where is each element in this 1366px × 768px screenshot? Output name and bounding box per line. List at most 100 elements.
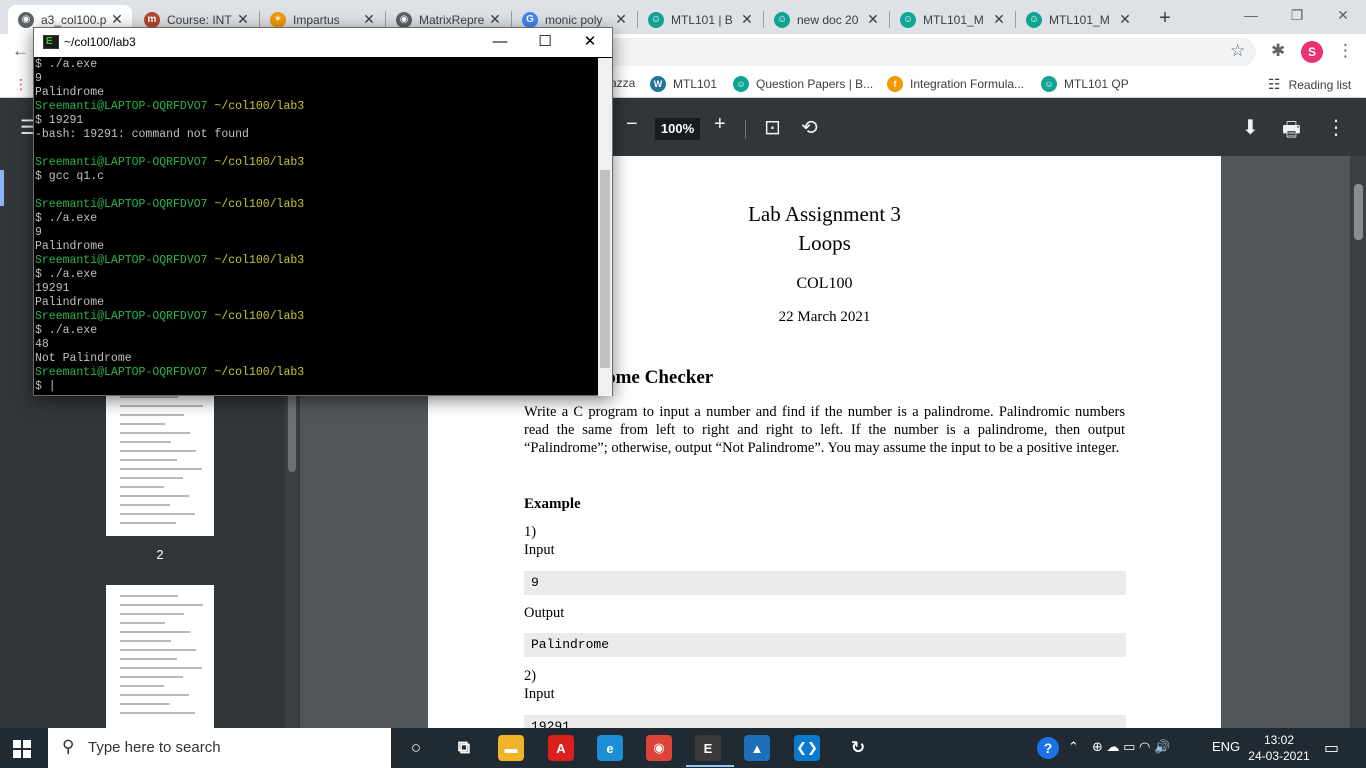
window-restore-button[interactable]: ❐: [1282, 4, 1312, 26]
terminal-text: Palindrome: [35, 240, 105, 253]
reading-list-button[interactable]: ☷ Reading list: [1268, 76, 1351, 93]
terminal-text: $ ./a.exe: [35, 268, 98, 281]
taskbar-task-view-icon[interactable]: ⧉: [449, 734, 479, 762]
browser-tab-7[interactable]: ☺ MTL101_M ✕: [890, 5, 1014, 34]
taskbar-edge-icon[interactable]: e: [597, 735, 623, 761]
tab-close-icon[interactable]: ✕: [488, 11, 502, 28]
bookmark-favicon-icon: f: [887, 76, 903, 92]
thumbnail-text-line: [120, 595, 178, 597]
taskbar-acrobat-icon[interactable]: A: [548, 735, 574, 761]
taskbar-cortana-icon[interactable]: ○: [401, 734, 431, 762]
page-thumbnail-2[interactable]: [106, 585, 214, 728]
thumbnail-text-line: [120, 432, 190, 434]
rotate-icon[interactable]: ⟲: [801, 115, 818, 140]
document-scrollbar-thumb[interactable]: [1354, 184, 1363, 240]
terminal-window[interactable]: E ~/col100/lab3 — ☐ ✕ $ ./a.exe 9 Palindro…: [33, 27, 613, 396]
address-bar[interactable]: [604, 38, 1256, 66]
thumbnail-text-line: [120, 658, 177, 660]
print-icon[interactable]: 🖶: [1282, 115, 1301, 149]
bookmark-item[interactable]: ☺ MTL101 QP: [1041, 76, 1129, 92]
terminal-text: 9: [35, 72, 42, 85]
help-icon[interactable]: ?: [1037, 737, 1059, 759]
terminal-minimize-button[interactable]: —: [480, 31, 520, 53]
terminal-line: $ ./a.exe: [35, 58, 597, 72]
terminal-text: Not Palindrome: [35, 352, 132, 365]
start-button[interactable]: [13, 740, 31, 758]
terminal-text: -bash: 19291: command not found: [35, 128, 249, 141]
bookmark-item[interactable]: azza: [610, 76, 635, 90]
more-actions-icon[interactable]: ⋮: [1326, 115, 1346, 140]
zoom-in-button[interactable]: +: [714, 113, 726, 136]
taskbar-clock[interactable]: 13:02 24-03-2021: [1248, 732, 1310, 764]
taskbar-chrome-icon[interactable]: ◉: [646, 735, 672, 761]
tab-favicon-icon: ☺: [648, 11, 664, 28]
taskbar-vscode-icon[interactable]: ❮❯: [794, 735, 820, 761]
thumbnail-text-line: [120, 640, 171, 642]
taskbar-search-box[interactable]: ⚲ Type here to search: [48, 728, 391, 768]
tab-title: MTL101_M: [923, 12, 984, 27]
tab-close-icon[interactable]: ✕: [236, 11, 250, 28]
thumbnail-text-line: [120, 667, 202, 669]
page-thumbnail-1[interactable]: [106, 386, 214, 536]
profile-avatar[interactable]: S: [1301, 41, 1323, 63]
bookmark-item[interactable]: W MTL101: [650, 76, 717, 92]
terminal-output[interactable]: $ ./a.exe 9 Palindrome Sreemanti@LAPTOP-OQR…: [35, 58, 597, 396]
tab-favicon-icon: ☺: [1026, 11, 1042, 28]
zoom-out-button[interactable]: −: [626, 113, 638, 136]
language-indicator[interactable]: ENG: [1212, 739, 1240, 754]
system-tray-icons[interactable]: ⊕ ☁ ▭ ◠ 🔊: [1092, 739, 1170, 755]
taskbar-photos-icon[interactable]: ▲: [744, 735, 770, 761]
terminal-prompt-path: ~/col100/lab3: [214, 366, 305, 379]
tab-close-icon[interactable]: ✕: [614, 11, 628, 28]
terminal-line: $ ./a.exe: [35, 268, 597, 282]
tab-close-icon[interactable]: ✕: [740, 11, 754, 28]
thumbnail-text-line: [120, 396, 178, 398]
chrome-menu-icon[interactable]: ⋮: [1337, 41, 1354, 61]
terminal-scrollbar[interactable]: [598, 58, 612, 396]
fit-page-icon[interactable]: ⊡: [764, 115, 781, 140]
taskbar-sync-app-icon[interactable]: ↻: [843, 734, 873, 762]
tab-close-icon[interactable]: ✕: [992, 11, 1006, 28]
new-tab-button[interactable]: +: [1152, 6, 1178, 32]
thumbnail-text-line: [120, 405, 203, 407]
browser-tab-6[interactable]: ☺ new doc 20 ✕: [764, 5, 888, 34]
taskbar-file-explorer-icon[interactable]: ▬: [498, 735, 524, 761]
tab-close-icon[interactable]: ✕: [362, 11, 376, 28]
notifications-icon[interactable]: ▭: [1324, 738, 1339, 758]
window-close-button[interactable]: ✕: [1328, 4, 1358, 26]
terminal-line: $ |: [35, 380, 597, 394]
terminal-close-button[interactable]: ✕: [570, 31, 610, 53]
bookmark-item[interactable]: ☺ Question Papers | B...: [733, 76, 873, 92]
terminal-line: $ gcc q1.c: [35, 170, 597, 184]
tab-close-icon[interactable]: ✕: [1118, 11, 1132, 28]
example-heading: Example: [524, 496, 581, 512]
bookmark-star-icon[interactable]: ☆: [1230, 41, 1245, 61]
show-hidden-icons-button[interactable]: ⌃: [1068, 739, 1079, 755]
tab-separator: [763, 11, 764, 28]
zoom-level-field[interactable]: 100%: [655, 118, 700, 140]
tab-close-icon[interactable]: ✕: [866, 11, 880, 28]
terminal-text: $ |: [35, 380, 56, 393]
bookmark-item[interactable]: f Integration Formula...: [887, 76, 1024, 92]
terminal-maximize-button[interactable]: ☐: [525, 31, 565, 53]
thumbnail-text-line: [120, 522, 176, 524]
thumbnail-text-line: [120, 459, 177, 461]
window-minimize-button[interactable]: —: [1236, 4, 1266, 26]
terminal-line: Palindrome: [35, 240, 597, 254]
terminal-text: 19291: [35, 282, 70, 295]
browser-tab-5[interactable]: ☺ MTL101 | B ✕: [638, 5, 762, 34]
terminal-title-bar[interactable]: E ~/col100/lab3 — ☐ ✕: [34, 28, 612, 57]
thumbnail-text-line: [120, 513, 195, 515]
taskbar-terminal-icon[interactable]: E: [686, 735, 734, 767]
document-scrollbar[interactable]: [1350, 156, 1366, 728]
extensions-icon[interactable]: ✱: [1271, 41, 1285, 61]
terminal-line: Sreemanti@LAPTOP-OQRFDVO7 ~/col100/lab3: [35, 366, 597, 380]
browser-tab-8[interactable]: ☺ MTL101_M ✕: [1016, 5, 1140, 34]
download-icon[interactable]: ⬇: [1242, 115, 1259, 140]
terminal-prompt-path: ~/col100/lab3: [214, 198, 305, 211]
back-arrow-icon[interactable]: ←: [12, 41, 29, 61]
tab-favicon-icon: G: [522, 11, 538, 28]
terminal-text: 48: [35, 338, 49, 351]
terminal-scrollbar-thumb[interactable]: [600, 170, 610, 368]
tab-close-icon[interactable]: ✕: [110, 11, 124, 28]
